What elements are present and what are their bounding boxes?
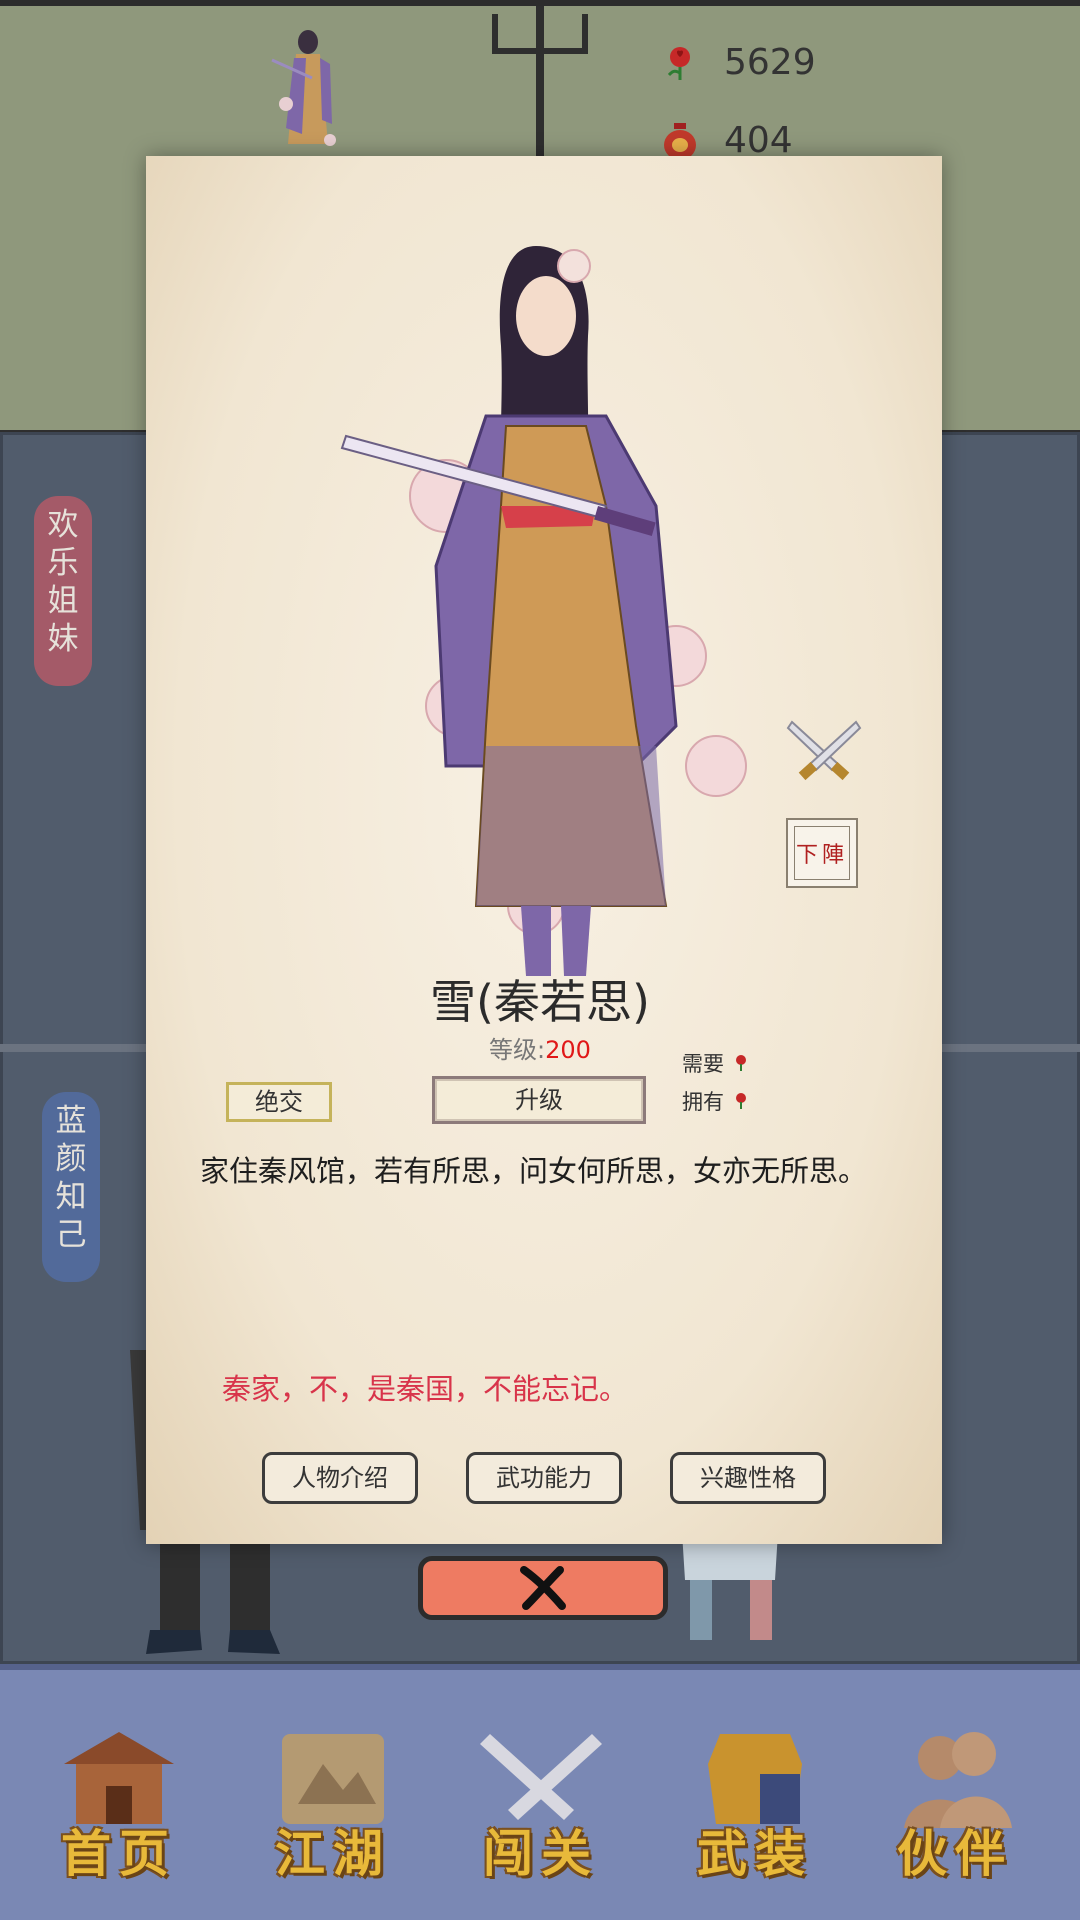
tag-blue-confidants[interactable]: 蓝 颜 知 己: [42, 1092, 100, 1282]
mini-character-sprite[interactable]: [268, 24, 348, 164]
nav-equipment[interactable]: 武装: [680, 1724, 830, 1883]
need-label: 需要: [682, 1052, 724, 1076]
retreat-char: 下: [795, 843, 822, 868]
tab-interests-personality[interactable]: 兴趣性格: [670, 1452, 826, 1504]
close-button[interactable]: [418, 1556, 668, 1620]
character-name: 雪(秦若思): [430, 975, 650, 1029]
wine-jar-icon: [660, 121, 700, 161]
nav-companions[interactable]: 伙伴: [880, 1724, 1030, 1883]
rose-icon: [736, 1055, 746, 1071]
tag-char: 己: [55, 1217, 87, 1253]
tag-char: 颜: [55, 1141, 87, 1177]
bottom-nav: 首页 江湖 闯关 武装 伙伴: [0, 1664, 1080, 1920]
wine-count: 404: [724, 120, 793, 161]
tag-char: 知: [55, 1179, 87, 1215]
have-label: 拥有: [682, 1090, 724, 1114]
tag-char: 欢: [47, 507, 79, 543]
tag-char: 妹: [47, 621, 79, 657]
tag-happy-sisters[interactable]: 欢 乐 姐 妹: [34, 496, 92, 686]
crossed-swords-icon[interactable]: [786, 716, 862, 786]
wine-counter: 404: [660, 120, 793, 161]
level-label: 等级:: [489, 1036, 546, 1064]
divider-ornament: [492, 14, 588, 54]
rose-icon: [736, 1093, 746, 1109]
rose-counter: 5629: [660, 42, 816, 83]
nav-companions-label: 伙伴: [897, 1824, 1013, 1883]
upgrade-cost-required: 需要: [682, 1048, 748, 1078]
retreat-label: 下陣: [794, 826, 850, 880]
close-icon: [520, 1566, 566, 1610]
break-relationship-button[interactable]: 绝交: [226, 1082, 332, 1122]
tag-char: 姐: [47, 583, 79, 619]
nav-home[interactable]: 首页: [44, 1724, 194, 1883]
tag-char: 乐: [47, 545, 79, 581]
character-description: 家住秦风馆，若有所思，问女何所思，女亦无所思。: [200, 1154, 868, 1188]
nav-challenge[interactable]: 闯关: [466, 1724, 616, 1883]
tag-char: 蓝: [55, 1103, 87, 1139]
retreat-char: 陣: [822, 843, 849, 868]
nav-challenge-label: 闯关: [483, 1824, 599, 1883]
rose-icon: [660, 43, 700, 83]
nav-jianghu-label: 江湖: [275, 1824, 391, 1883]
nav-home-label: 首页: [61, 1824, 177, 1883]
nav-equipment-label: 武装: [697, 1824, 813, 1883]
character-quote: 秦家，不，是秦国，不能忘记。: [222, 1372, 629, 1406]
upgrade-cost-owned: 拥有: [682, 1086, 748, 1116]
character-detail-modal: 下陣 雪(秦若思) 等级:200 需要 拥有 绝交 升级 家住秦风馆，若有所思，…: [146, 156, 942, 1544]
character-level: 等级:200: [146, 1030, 934, 1065]
tab-martial-abilities[interactable]: 武功能力: [466, 1452, 622, 1504]
level-value: 200: [545, 1036, 591, 1064]
tab-character-intro[interactable]: 人物介绍: [262, 1452, 418, 1504]
nav-jianghu[interactable]: 江湖: [258, 1724, 408, 1883]
rose-count: 5629: [724, 42, 816, 83]
retreat-button[interactable]: 下陣: [786, 818, 858, 888]
upgrade-button[interactable]: 升级: [432, 1076, 646, 1124]
